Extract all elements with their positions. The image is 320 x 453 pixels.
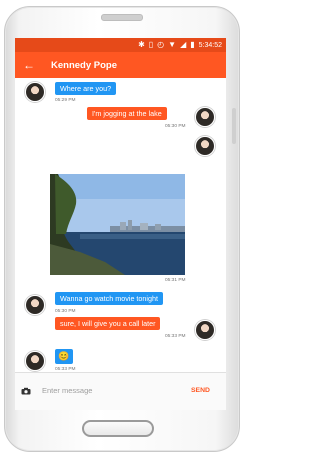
emoji-bubble[interactable]: 😊	[55, 349, 73, 364]
signal-icon: ◢	[180, 40, 187, 49]
side-button[interactable]	[232, 108, 236, 144]
message-time: 05:33 PM	[165, 334, 186, 339]
chat-thread[interactable]: Where are you? 05:29 PM I'm jogging at t…	[15, 78, 226, 372]
camera-icon[interactable]	[21, 387, 31, 395]
shared-photo[interactable]	[50, 174, 185, 275]
app-bar: ← Kennedy Pope	[15, 52, 226, 78]
message-time: 05:30 PM	[55, 309, 76, 314]
message-bubble[interactable]: Wanna go watch movie tonight	[55, 292, 164, 305]
home-button[interactable]	[82, 420, 154, 437]
message-bubble[interactable]: sure, I will give you a call later	[55, 317, 161, 330]
back-arrow-icon[interactable]: ←	[23, 58, 43, 72]
avatar[interactable]	[195, 107, 215, 127]
message-bubble[interactable]: Where are you?	[55, 82, 117, 95]
avatar[interactable]	[195, 320, 215, 340]
send-button[interactable]: SEND	[191, 385, 210, 397]
status-bar: ✱ ▯ ◴ ▼ ◢ ▮ 5:34:52	[15, 38, 226, 52]
vibrate-icon: ▯	[148, 40, 154, 49]
avatar[interactable]	[25, 351, 45, 371]
screen: ✱ ▯ ◴ ▼ ◢ ▮ 5:34:52 ← Kennedy Pope Where…	[15, 38, 226, 410]
message-time: 05:29 PM	[55, 98, 76, 103]
page-title: Kennedy Pope	[51, 59, 117, 71]
battery-icon: ▮	[190, 40, 195, 49]
avatar[interactable]	[195, 136, 215, 156]
earpiece	[101, 14, 143, 21]
avatar[interactable]	[25, 295, 45, 315]
message-bubble[interactable]: I'm jogging at the lake	[87, 107, 167, 120]
message-time: 05:30 PM	[165, 124, 186, 129]
status-time: 5:34:52	[198, 41, 222, 49]
alarm-icon: ◴	[157, 40, 165, 49]
message-input[interactable]: Enter message	[42, 385, 177, 397]
bluetooth-icon: ✱	[138, 40, 145, 49]
lake-photo	[50, 174, 185, 275]
device-frame: ✱ ▯ ◴ ▼ ◢ ▮ 5:34:52 ← Kennedy Pope Where…	[0, 0, 242, 453]
emoji-icon: 😊	[58, 351, 70, 361]
composer: Enter message SEND	[15, 372, 226, 410]
wifi-icon: ▼	[168, 40, 177, 49]
avatar[interactable]	[25, 82, 45, 102]
message-time: 05:31 PM	[165, 278, 186, 283]
